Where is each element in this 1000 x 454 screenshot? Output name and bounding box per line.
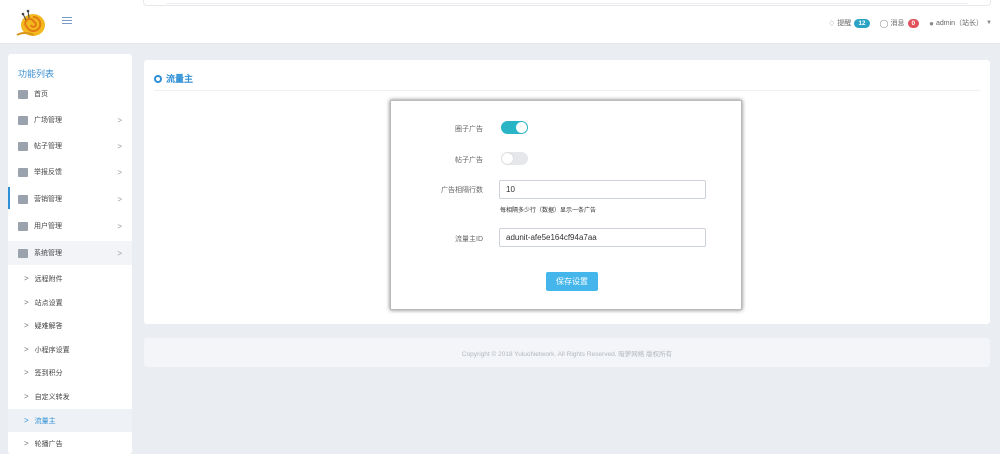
user-name: admin（站长）	[935, 20, 984, 27]
sidebar-item-marketing[interactable]: 营销管理 >	[8, 187, 132, 211]
sidebar-item-label: 系统管理	[34, 250, 62, 257]
sidebar-item-home[interactable]: 首页	[8, 82, 132, 106]
home-icon	[18, 89, 28, 99]
chevron-right-icon: >	[117, 141, 122, 151]
sidebar-item-label: 首页	[34, 91, 48, 98]
sidebar-subitem-site-settings[interactable]: > 站点设置	[8, 291, 132, 314]
chevron-right-icon: >	[117, 248, 122, 258]
sidebar-item-label: 营销管理	[34, 196, 62, 203]
messages-label: 消息	[890, 20, 905, 27]
unit-id-input[interactable]: adunit-afe5e164cf94a7aa	[499, 228, 706, 247]
sidebar-subitem-label: 小程序设置	[34, 346, 70, 354]
sidebar-item-system[interactable]: 系统管理 >	[8, 241, 132, 265]
sidebar-item-reports[interactable]: 举报反馈 >	[8, 160, 132, 184]
magic-wand-icon	[18, 194, 28, 204]
sidebar-title: 功能列表	[18, 69, 55, 79]
save-settings-button[interactable]: 保存设置	[546, 272, 598, 291]
unit-id-label: 流量主ID	[455, 236, 483, 243]
chat-icon: ◯	[879, 18, 889, 28]
circle-ad-label: 圈子广告	[455, 126, 483, 133]
chevron-right-icon: >	[117, 221, 122, 231]
chevron-right-icon: >	[117, 167, 122, 177]
messages-button[interactable]: ◯ 消息 0	[880, 18, 920, 28]
sidebar-item-square[interactable]: 广场管理 >	[8, 108, 132, 132]
sidebar-subitem-miniprogram-settings[interactable]: > 小程序设置	[8, 338, 132, 361]
sidebar-item-label: 用户管理	[34, 223, 62, 230]
gears-icon	[18, 248, 28, 258]
ad-settings-form: 圈子广告 帖子广告 广告相隔行数 10 每相隔多少行（数据）显示一条广告 流量主…	[390, 100, 742, 310]
sidebar-subitem-label: 流量主	[34, 417, 56, 425]
shield-icon	[18, 167, 28, 177]
circle-ad-toggle[interactable]	[501, 121, 528, 134]
sidebar-subitem-remote-attachments[interactable]: > 远程附件	[8, 267, 132, 290]
notifications-button[interactable]: ♢ 提醒 12	[828, 18, 870, 28]
toggle-knob	[502, 153, 513, 164]
circle-icon	[154, 74, 162, 83]
sidebar-item-posts[interactable]: 帖子管理 >	[8, 134, 132, 158]
chevron-right-icon: >	[117, 115, 122, 125]
sidebar-subitem-troubleshooting[interactable]: > 疑难解答	[8, 314, 132, 337]
sidebar-subitem-label: 自定义转发	[34, 393, 70, 401]
sidebar-subitem-label: 站点设置	[34, 299, 63, 307]
chevron-right-icon: >	[24, 274, 29, 283]
page-title: 流量主	[154, 72, 193, 85]
header-right: ♢ 提醒 12 ◯ 消息 0 ● admin（站长） ▼	[818, 16, 992, 30]
chevron-right-icon: >	[24, 321, 29, 330]
signpost-icon	[18, 115, 28, 125]
messages-count-badge: 0	[907, 18, 920, 28]
chevron-right-icon: >	[24, 392, 29, 401]
chevron-right-icon: >	[24, 368, 29, 377]
chevron-right-icon: >	[117, 194, 122, 204]
header-scroll-bar	[143, 0, 991, 6]
user-icon: ●	[929, 18, 934, 28]
notifications-label: 提醒	[837, 20, 852, 27]
sidebar-subitem-checkin-points[interactable]: > 签到积分	[8, 361, 132, 384]
ad-interval-label: 广告相隔行数	[441, 187, 483, 194]
copyright-text: Copyright © 2018 YuluoNetwork. All Right…	[461, 350, 673, 358]
chevron-down-icon: ▼	[986, 20, 992, 26]
bell-icon: ♢	[828, 18, 836, 28]
footer: Copyright © 2018 YuluoNetwork. All Right…	[144, 338, 990, 367]
users-icon	[18, 221, 28, 231]
sidebar-subitem-label: 疑难解答	[34, 322, 63, 330]
chevron-right-icon: >	[24, 298, 29, 307]
sidebar-subitem-custom-share[interactable]: > 自定义转发	[8, 385, 132, 408]
sidebar-subitem-label: 轮播广告	[34, 440, 63, 448]
document-icon	[18, 141, 28, 151]
page-title-text: 流量主	[166, 74, 194, 84]
sidebar-subitem-label: 签到积分	[34, 369, 63, 377]
chevron-right-icon: >	[24, 345, 29, 354]
menu-icon[interactable]	[62, 17, 72, 26]
sidebar: 功能列表 首页 广场管理 > 帖子管理 > 举报反馈 > 营销管理 > 用户管理…	[8, 54, 132, 454]
chevron-right-icon: >	[24, 439, 29, 448]
snail-logo-icon[interactable]	[14, 7, 48, 37]
sidebar-item-label: 帖子管理	[34, 143, 62, 150]
post-ad-toggle[interactable]	[501, 152, 528, 165]
sidebar-item-users[interactable]: 用户管理 >	[8, 214, 132, 238]
user-menu-button[interactable]: ● admin（站长） ▼	[929, 18, 992, 28]
notifications-count-badge: 12	[854, 18, 870, 28]
sidebar-item-label: 广场管理	[34, 117, 62, 124]
ad-interval-hint: 每相隔多少行（数据）显示一条广告	[500, 208, 597, 214]
sidebar-item-label: 举报反馈	[34, 169, 62, 176]
sidebar-subitem-label: 远程附件	[34, 275, 63, 283]
sidebar-subitem-carousel-ads[interactable]: > 轮播广告	[8, 432, 132, 454]
chevron-right-icon: >	[24, 416, 29, 425]
ad-interval-input[interactable]: 10	[499, 180, 706, 199]
toggle-knob	[516, 122, 527, 133]
post-ad-label: 帖子广告	[455, 157, 483, 164]
divider	[154, 90, 980, 91]
sidebar-subitem-traffic-master[interactable]: > 流量主	[8, 409, 132, 432]
top-header: ♢ 提醒 12 ◯ 消息 0 ● admin（站长） ▼	[0, 0, 1000, 44]
